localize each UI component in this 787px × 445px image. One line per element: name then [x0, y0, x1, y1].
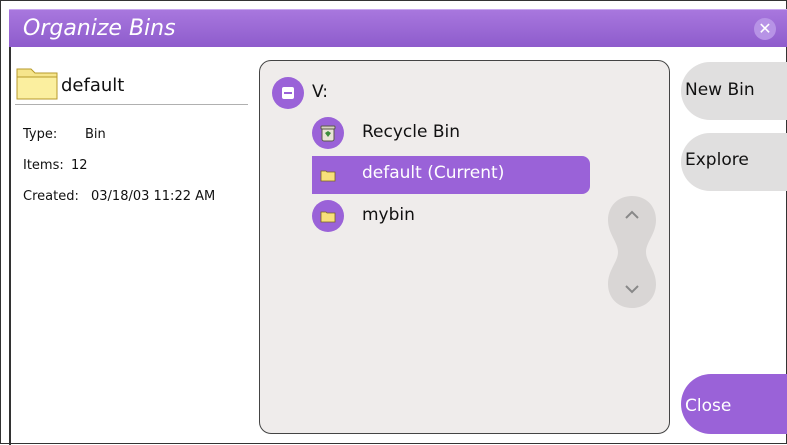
- title-bar: Organize Bins ✕: [9, 9, 787, 47]
- explore-button[interactable]: Explore: [681, 133, 787, 191]
- tree-item-label: Recycle Bin: [362, 122, 461, 142]
- bin-name: default: [61, 75, 125, 96]
- folder-icon: [312, 159, 344, 191]
- tree-item-recycle-bin[interactable]: Recycle Bin: [312, 116, 572, 152]
- type-label: Type:: [23, 127, 58, 142]
- close-window-icon[interactable]: ✕: [754, 18, 776, 40]
- organize-bins-window: Organize Bins ✕ default Type: Bin Items: 1…: [0, 0, 787, 445]
- tree-item-label: default (Current): [362, 163, 505, 183]
- type-row: Type: Bin: [23, 127, 106, 142]
- items-row: Items: 12: [23, 158, 88, 173]
- folder-icon: [312, 200, 344, 232]
- created-row: Created: 03/18/03 11:22 AM: [23, 189, 215, 204]
- bin-tree-panel: V: Recycle Bin default (Current) mybin: [259, 60, 670, 434]
- items-value: 12: [71, 158, 88, 173]
- tree-item-mybin[interactable]: mybin: [312, 199, 572, 235]
- tree-item-default[interactable]: default (Current): [312, 156, 590, 194]
- created-value: 03/18/03 11:22 AM: [91, 189, 216, 204]
- tree-root-label: V:: [312, 82, 328, 102]
- tree-item-label: mybin: [362, 205, 415, 225]
- new-bin-button[interactable]: New Bin: [681, 62, 787, 120]
- recycle-bin-icon: [312, 117, 344, 149]
- items-label: Items:: [23, 158, 64, 173]
- created-label: Created:: [23, 189, 79, 204]
- type-value: Bin: [85, 127, 106, 142]
- tree-root[interactable]: V:: [272, 77, 392, 113]
- left-edge: [9, 47, 11, 445]
- close-button[interactable]: Close: [681, 374, 787, 434]
- folder-icon: [16, 68, 58, 100]
- collapse-icon[interactable]: [272, 77, 304, 109]
- window-title: Organize Bins: [23, 16, 176, 41]
- scroll-control[interactable]: [606, 194, 658, 310]
- divider: [15, 104, 248, 105]
